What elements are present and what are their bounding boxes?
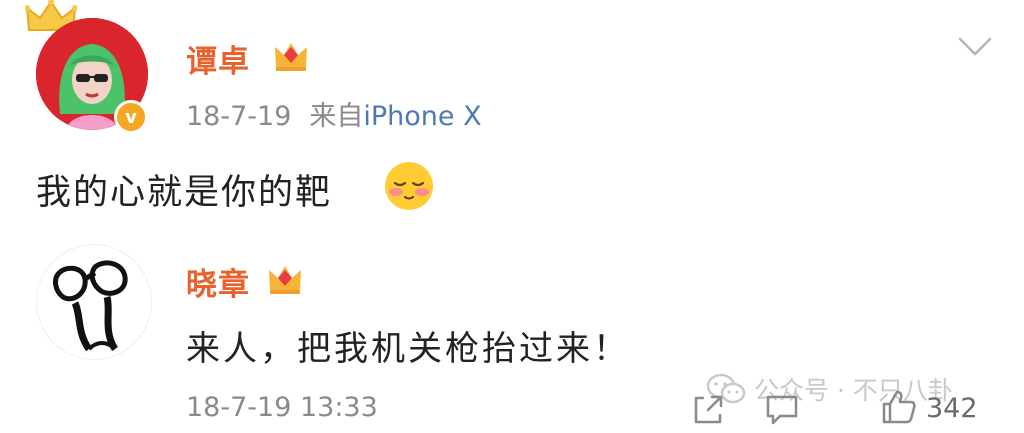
chevron-down-icon[interactable] [958,36,992,58]
share-icon[interactable] [690,392,726,428]
post-date: 18-7-19 [186,101,292,132]
shy-face-emoji-icon [385,162,433,210]
comment-author-name[interactable]: 晓章 [186,259,250,304]
post-meta: 18-7-19 来自iPhone X [186,94,482,133]
thumbs-up-icon[interactable] [880,388,918,426]
post-text: 我的心就是你的靶 [36,173,333,213]
like-count: 342 [926,393,978,424]
post-source-prefix: 来自 [309,101,364,132]
comment-icon[interactable] [764,392,800,426]
comment-text: 来人，把我机关枪抬过来！ [186,329,630,369]
verified-v-icon: v [114,100,148,134]
glasses-doodle-icon [53,260,128,352]
poster-name[interactable]: 谭卓 [186,36,250,81]
vip-crown-badge-icon[interactable] [266,260,304,298]
vip-crown-badge-icon[interactable] [272,37,310,75]
comment-avatar[interactable] [36,244,152,360]
comment-time: 18-7-19 13:33 [186,392,378,423]
post-source-link[interactable]: iPhone X [363,101,481,132]
